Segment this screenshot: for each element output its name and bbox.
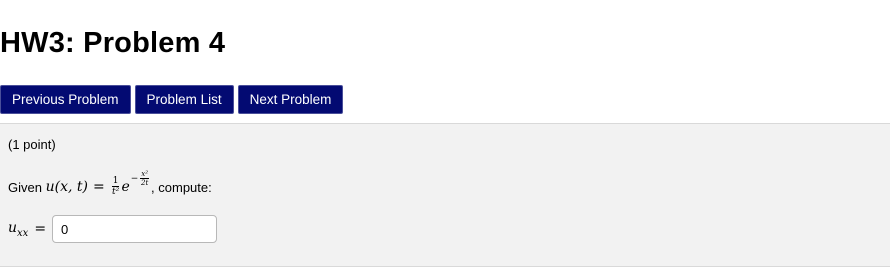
answer-label: uxx	[8, 220, 28, 239]
given-suffix: , compute:	[151, 179, 212, 195]
coefficient-fraction: 1 t²	[111, 176, 120, 197]
function-lhs: u(x, t)	[45, 179, 88, 195]
next-problem-button[interactable]: Next Problem	[237, 85, 344, 114]
problem-navigation: Previous Problem Problem List Next Probl…	[0, 85, 344, 114]
answer-row: uxx =	[8, 215, 218, 243]
answer-subscript: xx	[17, 227, 29, 239]
exponent-numerator: x²	[140, 169, 150, 179]
page-title: HW3: Problem 4	[0, 27, 226, 59]
answer-input[interactable]	[52, 215, 218, 243]
coefficient-denominator: t²	[111, 187, 120, 197]
exponent-minus: −	[130, 173, 139, 184]
points-label: (1 point)	[8, 137, 56, 152]
equals-sign: =	[92, 179, 105, 195]
problem-statement: Given u(x, t) = 1 t² e − x² 2t , compute…	[8, 170, 212, 198]
exponential-base: e	[121, 179, 130, 195]
coefficient-numerator: 1	[111, 176, 120, 187]
exponent: − x² 2t	[131, 170, 151, 187]
exponent-fraction: x² 2t	[140, 169, 150, 187]
problem-panel: (1 point) Given u(x, t) = 1 t² e − x² 2t…	[0, 123, 890, 267]
exponent-denominator: 2t	[141, 178, 149, 187]
answer-equals: =	[34, 221, 47, 237]
given-prefix: Given	[8, 179, 42, 195]
answer-variable: u	[8, 219, 18, 236]
problem-list-button[interactable]: Problem List	[134, 85, 234, 114]
previous-problem-button[interactable]: Previous Problem	[0, 85, 131, 114]
